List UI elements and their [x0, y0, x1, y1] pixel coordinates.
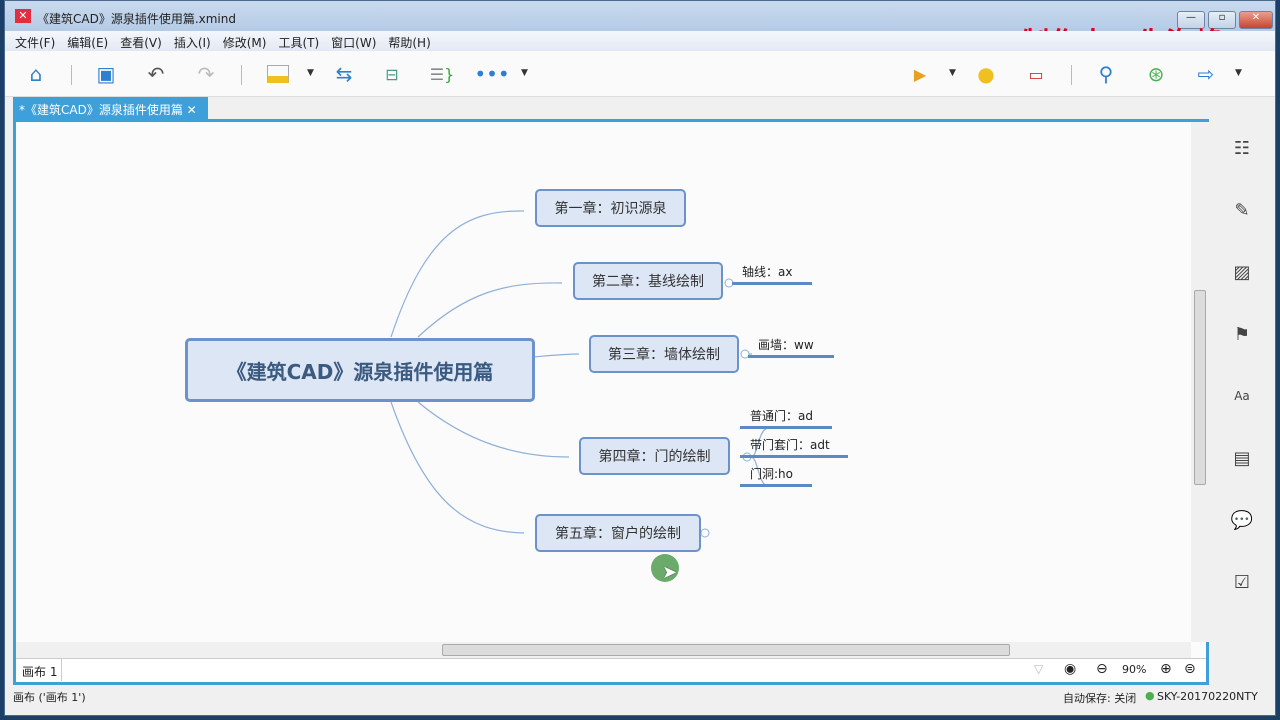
chevron-down-icon[interactable]: ▼ [307, 68, 314, 78]
right-panel: ☷ ✎ ▨ ⚑ Aa ▤ 💬 ☑ [1211, 119, 1275, 685]
autosave-status: 自动保存: 关闭 [1063, 692, 1137, 705]
xmind-x-icon: ✕ [15, 9, 31, 23]
subtopic[interactable]: 普通门：ad [740, 407, 832, 429]
status-bar: 画布 ('画布 1') 自动保存: 关闭 ● SKY-20170220NTY [5, 685, 1275, 707]
filter-icon[interactable]: ▽ [1034, 662, 1043, 676]
zoom-level: 90% [1122, 663, 1147, 676]
zoom-in-icon[interactable]: ⊕ [1160, 661, 1172, 677]
app-window: ✕ 《建筑CAD》源泉插件使用篇.xmind — ▫ ✕ 制作人：朱海峰 文件(… [4, 0, 1276, 716]
relationship-icon[interactable]: ⇆ [331, 61, 357, 87]
subtopic[interactable]: 带门套门：adt [740, 436, 848, 458]
task-icon[interactable]: ☑ [1229, 569, 1255, 595]
central-topic[interactable]: 《建筑CAD》源泉插件使用篇 [185, 338, 535, 402]
editor: 《建筑CAD》源泉插件使用篇 第一章：初识源泉 第二章：基线绘制 第三章：墙体绘… [13, 119, 1209, 685]
topic-branch[interactable]: 第一章：初识源泉 [535, 189, 686, 227]
chevron-down-icon[interactable]: ▼ [949, 68, 956, 78]
save-icon[interactable]: ▣ [93, 61, 119, 87]
more-icon[interactable]: ••• [474, 61, 509, 87]
mouse-cursor-icon: ➤ [662, 562, 678, 583]
topic-branch[interactable]: 第五章：窗户的绘制 [535, 514, 701, 552]
close-icon[interactable]: ✕ [187, 103, 197, 117]
summary-icon[interactable]: ☰} [429, 61, 455, 87]
tab-label: *《建筑CAD》源泉插件使用篇 [19, 103, 183, 117]
redo-icon[interactable]: ↷ [193, 61, 219, 87]
user-name: SKY-20170220NTY [1157, 690, 1258, 703]
boundary-icon[interactable]: ⊟ [379, 61, 405, 87]
status-sheet: 画布 ('画布 1') [13, 691, 86, 704]
notes-icon[interactable]: ▤ [1229, 445, 1255, 471]
format-brush-icon[interactable]: ✎ [1229, 197, 1255, 223]
tab-document[interactable]: *《建筑CAD》源泉插件使用篇 ✕ [13, 97, 208, 119]
subtopic[interactable]: 画墙：ww [748, 336, 834, 358]
subtopic[interactable]: 轴线：ax [732, 263, 812, 285]
menu-bar: 文件(F) 编辑(E) 查看(V) 插入(I) 修改(M) 工具(T) 窗口(W) 帮助(H) [5, 31, 1275, 51]
text-style-icon[interactable]: Aa [1229, 383, 1255, 409]
share-icon[interactable]: ⊛ [1143, 61, 1169, 87]
subtopic[interactable]: 门洞:ho [740, 465, 812, 487]
idea-icon[interactable]: ● [973, 61, 999, 87]
presentation-icon[interactable]: ▶ [907, 61, 933, 87]
comment-icon[interactable]: 💬 [1229, 507, 1255, 533]
vertical-scrollbar[interactable] [1191, 122, 1209, 642]
search-icon[interactable]: ⚲ [1093, 61, 1119, 87]
online-dot-icon: ● [1145, 689, 1155, 702]
zoom-out-icon[interactable]: ⊖ [1096, 661, 1108, 677]
chevron-down-icon[interactable]: ▼ [521, 68, 528, 78]
fit-icon[interactable]: ⊜ [1184, 661, 1196, 677]
chevron-down-icon[interactable]: ▼ [1235, 68, 1242, 78]
sheet-tab[interactable]: 画布 1 [18, 659, 63, 681]
topic-branch[interactable]: 第二章：基线绘制 [573, 262, 723, 300]
topic-branch[interactable]: 第四章：门的绘制 [579, 437, 730, 475]
undo-icon[interactable]: ↶ [143, 61, 169, 87]
gantt-icon[interactable]: ▭ [1023, 61, 1049, 87]
marker-flag-icon[interactable]: ⚑ [1229, 321, 1255, 347]
topic-branch[interactable]: 第三章：墙体绘制 [589, 335, 739, 373]
outline-icon[interactable]: ☷ [1229, 135, 1255, 161]
topic-icon[interactable] [265, 61, 291, 87]
mindmap-canvas[interactable]: 《建筑CAD》源泉插件使用篇 第一章：初识源泉 第二章：基线绘制 第三章：墙体绘… [16, 122, 1191, 642]
window-title: 《建筑CAD》源泉插件使用篇.xmind [37, 12, 236, 26]
eye-icon[interactable]: ◉ [1064, 661, 1076, 677]
image-icon[interactable]: ▨ [1229, 259, 1255, 285]
close-button[interactable]: ✕ [1239, 11, 1273, 29]
export-icon[interactable]: ⇨ [1193, 61, 1219, 87]
home-icon[interactable]: ⌂ [23, 61, 49, 87]
horizontal-scrollbar[interactable] [16, 642, 1191, 658]
toolbar: ⌂ ▣ ↶ ↷ ▼ ⇆ ⊟ ☰} ••• ▼ ▶ ▼ ● ▭ ⚲ ⊛ ⇨ ▼ [5, 51, 1275, 97]
tab-bar: *《建筑CAD》源泉插件使用篇 ✕ [5, 97, 1275, 119]
sheet-bar: 画布 1 ▽ ◉ ⊖ 90% ⊕ ⊜ [16, 658, 1206, 682]
